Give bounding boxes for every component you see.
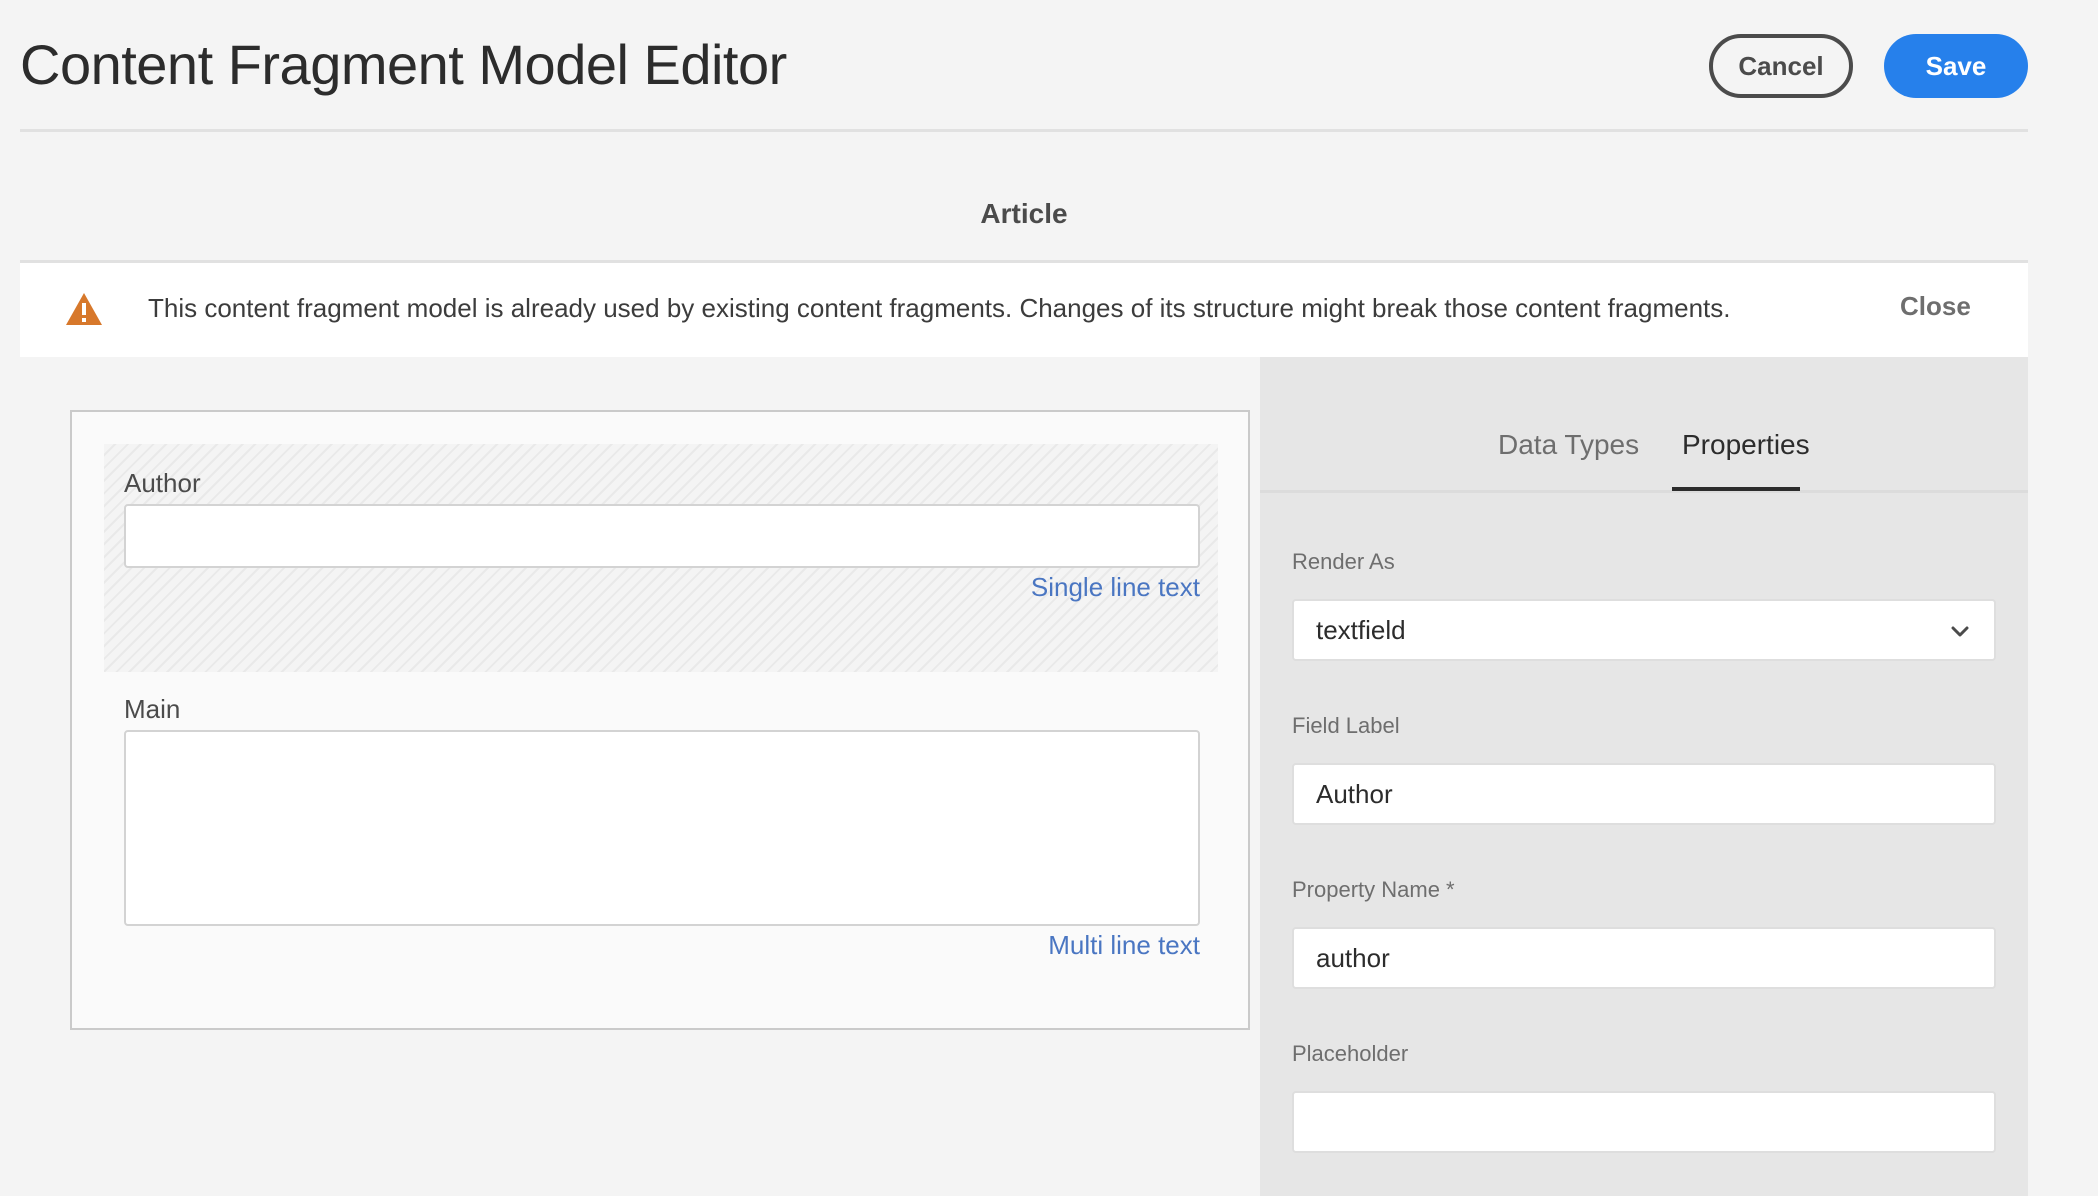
model-canvas-area: Author Single line text Main Multi line …: [20, 357, 1260, 1059]
model-canvas: Author Single line text Main Multi line …: [70, 410, 1250, 1030]
alert-close-button[interactable]: Close: [1900, 291, 1971, 322]
alert-triangle-icon: [66, 293, 102, 325]
model-title: Article: [980, 198, 1068, 229]
placeholder-label: Placeholder: [1292, 1041, 1409, 1066]
editor-header: Content Fragment Model Editor Cancel Sav…: [20, 0, 2028, 132]
field-label-label: Field Label: [1292, 713, 1400, 738]
render-as-select[interactable]: textfield: [1292, 599, 1996, 661]
field-label-value: Author: [1316, 778, 1393, 809]
tab-properties[interactable]: Properties: [1682, 429, 1810, 461]
single-line-text-input[interactable]: [124, 504, 1200, 568]
tab-data-types[interactable]: Data Types: [1498, 429, 1639, 461]
panel-tabs: Data Types Properties: [1260, 357, 2028, 493]
cancel-button[interactable]: Cancel: [1709, 34, 1853, 98]
property-name-value: author: [1316, 942, 1390, 973]
field-label: Author: [124, 468, 201, 498]
field-label-input[interactable]: Author: [1292, 763, 1996, 825]
alert-message: This content fragment model is already u…: [148, 293, 1731, 323]
property-name-input[interactable]: author: [1292, 927, 1996, 989]
multi-line-text-input[interactable]: [124, 730, 1200, 926]
properties-panel: Data Types Properties Render As textfiel…: [1260, 357, 2028, 1196]
render-as-value: textfield: [1316, 614, 1406, 645]
save-button[interactable]: Save: [1884, 34, 2028, 98]
render-as-label: Render As: [1292, 549, 1395, 574]
field-block-author[interactable]: Author Single line text: [104, 444, 1218, 672]
warning-alert: This content fragment model is already u…: [20, 263, 2028, 357]
chevron-down-icon: [1951, 626, 1969, 637]
field-label: Main: [124, 694, 181, 724]
property-name-label: Property Name *: [1292, 877, 1455, 902]
field-block-main[interactable]: Main Multi line text: [104, 672, 1218, 972]
placeholder-input[interactable]: [1292, 1091, 1996, 1153]
active-tab-indicator: [1672, 487, 1800, 491]
field-type-label: Single line text: [1030, 572, 1200, 602]
page-title: Content Fragment Model Editor: [20, 33, 787, 96]
field-type-label: Multi line text: [1048, 930, 1200, 960]
